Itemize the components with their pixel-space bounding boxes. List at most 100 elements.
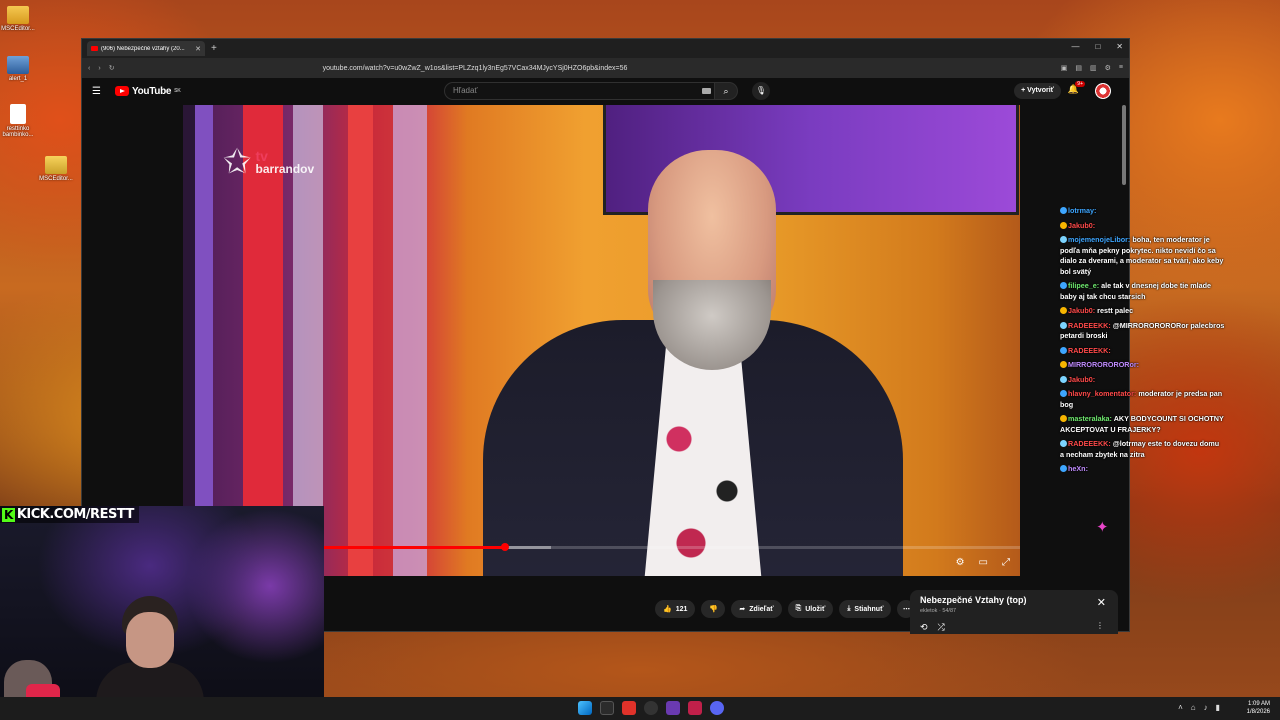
forward-icon[interactable]: › [98,65,100,72]
share-icon: ➦ [739,606,746,613]
close-window-icon[interactable]: ✕ [1116,42,1123,51]
chat-username[interactable]: RADEEEKK: [1068,346,1111,355]
chat-username[interactable]: heXn: [1068,464,1088,473]
network-icon[interactable]: ⌂ [1191,703,1196,712]
new-tab-icon[interactable]: + [211,43,217,54]
channel-logo-bottom: barrandov [255,162,315,176]
close-tab-icon[interactable]: ✕ [195,45,201,53]
desktop-icon-label: MSCEditor... [39,176,73,182]
chat-username[interactable]: Jakub0: [1068,221,1095,230]
chat-username[interactable]: lotrmay: [1068,206,1096,215]
search-button[interactable]: ⌕ [714,82,738,100]
search-input[interactable]: Hľadať [444,82,720,100]
save-button[interactable]: ⎘ Uložiť [787,600,834,618]
task-view-icon[interactable] [600,701,614,715]
app-icon[interactable] [688,701,702,715]
chat-username[interactable]: Jakub0: [1068,375,1095,384]
chat-username[interactable]: filipee_e: [1068,281,1099,290]
download-button[interactable]: ⤓ Stiahnuť [839,600,892,618]
extension-icon[interactable]: ▣ [1061,64,1068,72]
chat-badge-icon [1060,282,1067,289]
browser-tab[interactable]: (906) Nebezpečné vztahy (20... ✕ [87,41,205,56]
obs-icon[interactable] [644,701,658,715]
chat-message: mojemenojeLibor: boha, ten moderator je … [1060,235,1225,277]
thumbs-up-icon: 👍 [663,606,672,613]
chat-username[interactable]: MIRRORORORORor: [1068,360,1139,369]
discord-icon[interactable] [710,701,724,715]
wallet-icon[interactable]: ▥ [1090,64,1097,72]
chevron-up-icon[interactable]: ˄ [1178,703,1183,712]
chat-username[interactable]: hlavny_komentator: [1068,389,1136,398]
theater-mode-icon[interactable]: ▭ [979,557,988,568]
volume-icon[interactable]: ♪ [1204,703,1208,712]
brave-browser-icon[interactable] [622,701,636,715]
document-icon [10,104,26,124]
player-controls-right: ⚙ ▭ ⤢ [956,557,1010,568]
kebab-menu-icon[interactable]: ⋮ [1096,621,1104,630]
youtube-logo[interactable]: YouTube SK [114,85,181,97]
fullscreen-icon[interactable]: ⤢ [1002,557,1010,568]
close-icon[interactable]: ✕ [1097,596,1106,609]
video-subject [483,145,903,576]
avatar[interactable] [1095,83,1111,99]
shuffle-icon[interactable]: ⤮ [938,622,945,633]
like-button[interactable]: 👍 121 [655,600,696,618]
create-button[interactable]: + Vytvoriť [1014,83,1061,99]
back-icon[interactable]: ‹ [88,65,90,72]
like-count: 121 [675,605,688,613]
desktop-icon-label: alert_1 [8,76,28,82]
youtube-logo-text: YouTube [131,85,172,97]
chat-username[interactable]: RADEEEKK: [1068,439,1111,448]
keyboard-icon[interactable] [702,88,711,94]
settings-gear-icon[interactable]: ⚙ [956,557,965,568]
sidebar-icon[interactable]: ▤ [1075,64,1082,72]
chat-username[interactable]: masteralaka: [1068,414,1112,423]
star-icon: ✩ [223,143,252,181]
toolbar-extensions: ▣ ▤ ▥ ⚙ ≡ [1061,64,1123,72]
battery-icon[interactable]: ▮ [1216,703,1220,712]
chat-badge-icon [1060,390,1067,397]
loop-icon[interactable]: ⟲ [920,622,928,633]
desktop-icon-resttinko[interactable]: resttinko bambinko... [0,104,42,138]
tab-title: (906) Nebezpečné vztahy (20... [101,45,185,52]
folder-icon [7,6,29,24]
chat-badge-icon [1060,236,1067,243]
desktop-icon-alert[interactable]: alert_1 [0,56,42,82]
hamburger-menu-icon[interactable]: ☰ [92,86,101,97]
clock-date: 1/8/2026 [1246,709,1270,715]
clock-time: 1:09 AM [1247,701,1270,707]
desktop-icon-label: resttinko bambinko... [2,126,34,138]
chat-message: heXn: [1060,464,1225,475]
share-button[interactable]: ➦ Zdieľať [731,600,782,618]
channel-logo-top: tv [255,148,268,164]
stream-chat-overlay: lotrmay: Jakub0: mojemenojeLibor: boha, te… [1060,206,1225,479]
start-icon[interactable] [578,701,592,715]
chat-badge-icon [1060,440,1067,447]
chat-message: Jakub0: [1060,221,1225,232]
chat-badge-icon [1060,321,1067,329]
dislike-button[interactable]: 👎 [701,600,726,618]
notification-badge: 9+ [1075,81,1085,87]
settings-icon[interactable]: ⚙ [1105,64,1111,72]
chat-username[interactable]: mojemenojeLibor: [1068,235,1130,244]
minimize-icon[interactable]: — [1071,42,1079,51]
desktop-icon-mscedit[interactable]: MSCEditor... [0,6,42,32]
menu-icon[interactable]: ≡ [1119,64,1123,72]
playlist-subtitle: ekletok · 54/87 [920,608,957,614]
chat-username[interactable]: RADEEEKK: [1068,321,1111,330]
desktop-icon-mscedit-2[interactable]: MSCEditor... [32,156,80,182]
chat-text: restt palec [1097,306,1134,315]
url-field[interactable]: youtube.com/watch?v=u0wZwZ_w1os&list=PLZ… [323,65,628,72]
download-label: Stiahnuť [854,605,884,613]
chat-message: MIRRORORORORor: [1060,360,1225,371]
voice-search-button[interactable]: 🎙 [752,82,770,100]
taskbar: ˄ ⌂ ♪ ▮ 1:09 AM 1/8/2026 [0,697,1280,720]
playlist-title[interactable]: Nebezpečné Vztahy (top) [920,595,1108,605]
app-icon[interactable] [666,701,680,715]
clock[interactable]: 1:09 AM 1/8/2026 [1247,700,1270,716]
maximize-icon[interactable]: □ [1095,42,1100,51]
scrollbar-thumb[interactable] [1122,105,1126,185]
reload-icon[interactable]: ↻ [109,64,115,72]
kick-logo-icon: K [2,507,15,522]
chat-username[interactable]: Jakub0: [1068,306,1095,315]
